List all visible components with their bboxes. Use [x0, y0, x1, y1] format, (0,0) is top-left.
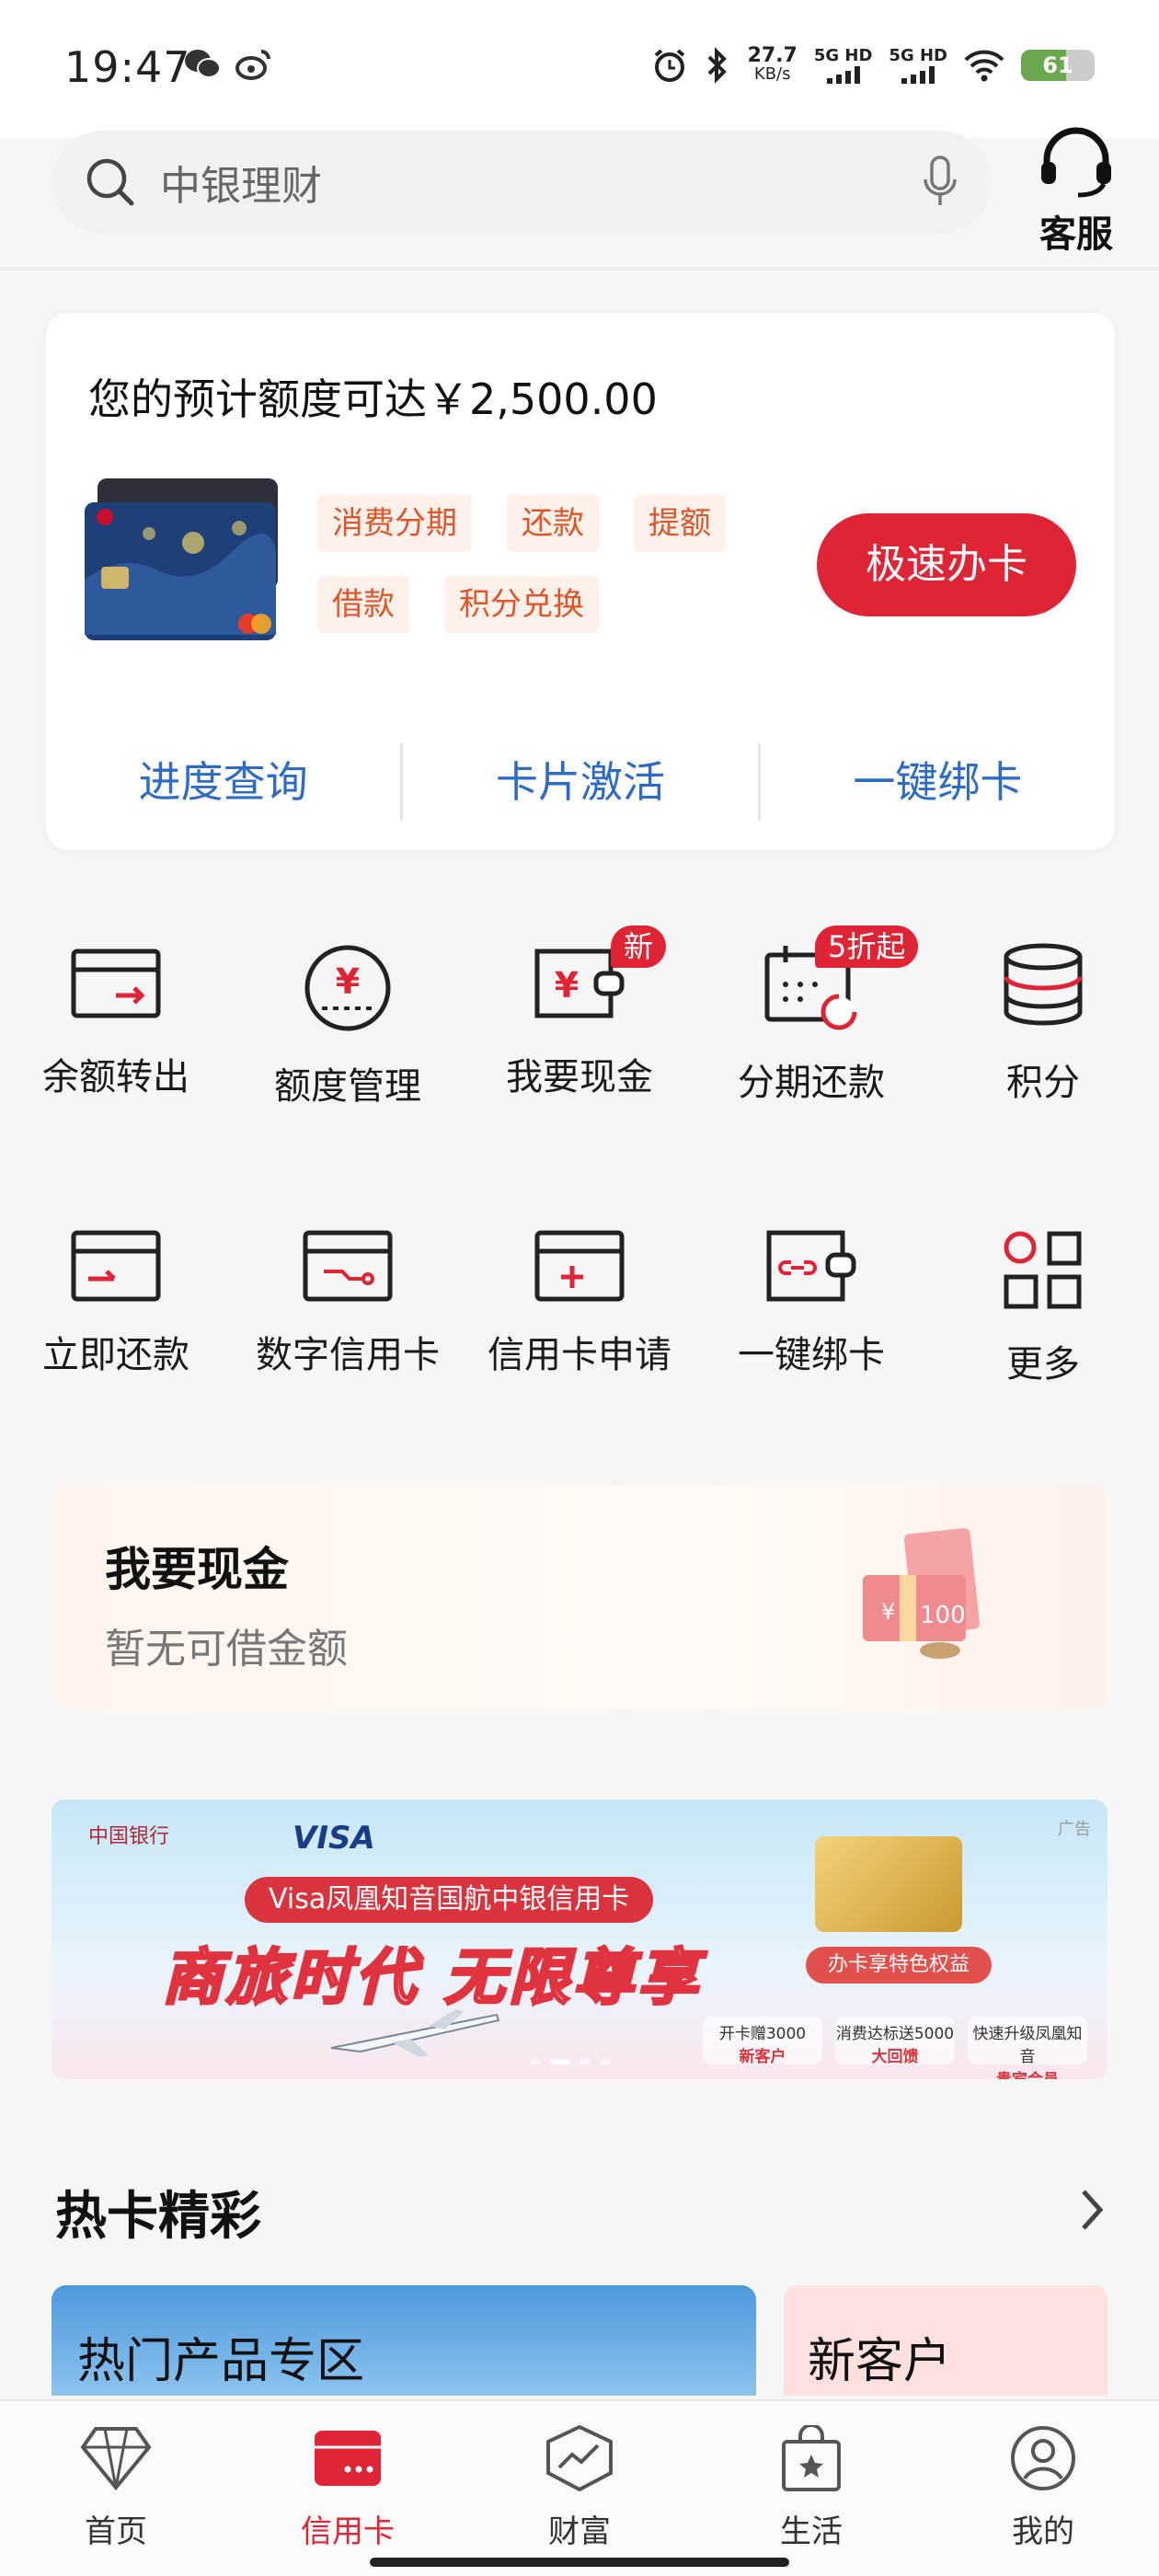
status-time: 19:47	[64, 42, 191, 92]
discount-badge: 5折起	[815, 926, 919, 968]
cash-title: 我要现金	[105, 1543, 289, 1596]
tag-borrow[interactable]: 借款	[317, 576, 409, 633]
limit-management-icon: ¥	[304, 945, 391, 1031]
tab-wealth[interactable]: 财富	[464, 2401, 695, 2576]
tag-points-exchange[interactable]: 积分兑换	[444, 576, 599, 633]
hot-products-card[interactable]: 热门产品专区	[52, 2285, 756, 2396]
home-diamond-icon	[80, 2427, 152, 2491]
promo-banner[interactable]: 中国银行 VISA 广告 Visa凤凰知音国航中银信用卡 商旅时代 无限尊享 办…	[52, 1800, 1107, 2079]
grid-installment[interactable]: 分期还款 5折起	[695, 926, 927, 1110]
wifi-icon	[964, 50, 1004, 81]
balance-transfer-icon	[71, 949, 161, 1018]
new-badge: 新	[611, 926, 667, 968]
headset-icon	[1041, 127, 1111, 198]
ad-label: 广告	[1058, 1820, 1091, 1839]
new-customer-card[interactable]: 新客户	[784, 2285, 1107, 2396]
bottom-tab-bar: 首页 信用卡 财富 生活 我的	[0, 2399, 1159, 2576]
credit-card-page: 19:47 27.7 KB/s 5G HD 5G HD 61 中银理财 客服 您的…	[0, 0, 1159, 2576]
banner-perk: 消费达标送5000 大回馈	[835, 2017, 955, 2066]
more-grid-icon	[1004, 1231, 1082, 1309]
search-input[interactable]: 中银理财	[160, 153, 922, 212]
banner-pager-dots	[530, 2059, 611, 2064]
money-bundle-icon: ¥ 100	[863, 1528, 980, 1659]
banner-perk: 快速升级凤凰知音贵宾会员	[968, 2017, 1087, 2079]
svg-text:¥: ¥	[555, 965, 579, 1006]
svg-text:¥: ¥	[336, 961, 360, 1002]
profile-icon	[1011, 2426, 1075, 2490]
cash-subtitle: 暂无可借金额	[105, 1626, 348, 1673]
grid-more[interactable]: 更多	[927, 1229, 1159, 1387]
grid-points[interactable]: 积分	[927, 942, 1159, 1110]
net-speed: 27.7 KB/s	[747, 43, 798, 84]
gold-card-image	[815, 1836, 962, 1932]
bind-card-icon	[766, 1230, 856, 1302]
progress-query-link[interactable]: 进度查询	[46, 736, 400, 828]
svg-text:100: 100	[920, 1602, 966, 1629]
grid-balance-transfer[interactable]: 余额转出	[0, 942, 232, 1110]
grid-bind-card[interactable]: 一键绑卡	[695, 1229, 927, 1387]
tab-mine[interactable]: 我的	[927, 2401, 1159, 2576]
credit-card-icon	[315, 2431, 381, 2486]
points-stack-icon	[1004, 943, 1083, 1026]
alarm-icon	[654, 48, 684, 82]
home-indicator[interactable]	[370, 2558, 789, 2567]
airplane-icon	[330, 2009, 500, 2057]
tag-repay[interactable]: 还款	[507, 495, 599, 552]
chevron-right-icon[interactable]	[1078, 2188, 1106, 2232]
digital-card-icon	[303, 1230, 393, 1302]
status-bar: 19:47 27.7 KB/s 5G HD 5G HD 61	[0, 0, 1159, 138]
bank-logo-text: 中国银行	[88, 1825, 170, 1848]
hot-cards-title: 热卡精彩	[55, 2187, 261, 2247]
wealth-chart-icon	[546, 2424, 613, 2492]
tab-credit-card[interactable]: 信用卡	[232, 2401, 464, 2576]
grid-limit-management[interactable]: ¥ 额度管理	[232, 942, 464, 1110]
card-apply-icon	[534, 1230, 625, 1302]
tag-raise-limit[interactable]: 提额	[634, 495, 726, 552]
search-icon	[86, 158, 134, 206]
header-divider	[0, 267, 1159, 270]
grid-cash[interactable]: ¥ 我要现金 新	[464, 926, 695, 1110]
grid-card-apply[interactable]: 信用卡申请	[464, 1229, 695, 1387]
hot-products-label: 热门产品专区	[77, 2334, 365, 2389]
life-bag-icon	[782, 2423, 841, 2491]
bluetooth-icon	[707, 46, 727, 84]
function-grid-row1: 余额转出 ¥ 额度管理 ¥ 我要现金 新 分期还款 5折起 积分	[0, 926, 1159, 1110]
grid-repay-now[interactable]: 立即还款	[0, 1229, 232, 1387]
one-click-bind-link[interactable]: 一键绑卡	[761, 736, 1115, 828]
weibo-notification-icon	[235, 50, 270, 80]
credit-limit-card: 您的预计额度可达￥2,500.00 消费分期 还款 提额 借款 积分兑换 极速办…	[46, 313, 1115, 850]
new-customer-label: 新客户	[808, 2334, 952, 2389]
banner-slogan: 商旅时代 无限尊享	[161, 1941, 702, 2015]
banner-benefit-tag: 办卡享特色权益	[806, 1947, 993, 1984]
tab-home[interactable]: 首页	[0, 2401, 232, 2576]
customer-service-label: 客服	[1039, 213, 1113, 256]
card-activation-link[interactable]: 卡片激活	[403, 736, 757, 828]
search-bar[interactable]: 中银理财	[52, 131, 992, 234]
microphone-icon[interactable]	[922, 155, 958, 209]
credit-card-image	[85, 478, 278, 640]
banner-perk: 开卡赠3000 新客户	[703, 2017, 822, 2066]
svg-text:¥: ¥	[881, 1599, 895, 1625]
function-grid-row2: 立即还款 数字信用卡 信用卡申请 一键绑卡 更多	[0, 1229, 1159, 1387]
visa-logo: VISA	[293, 1820, 375, 1857]
signal-sim2: 5G HD	[889, 46, 947, 84]
grid-digital-card[interactable]: 数字信用卡	[232, 1229, 464, 1387]
battery-indicator: 61	[1021, 49, 1095, 81]
customer-service-button[interactable]: 客服	[1026, 125, 1127, 258]
repay-card-icon	[71, 1230, 161, 1302]
signal-sim1: 5G HD	[814, 46, 872, 84]
banner-product-name: Visa凤凰知音国航中银信用卡	[245, 1877, 654, 1923]
quick-apply-button[interactable]: 极速办卡	[817, 513, 1076, 616]
wechat-notification-icon	[185, 50, 221, 78]
cash-loan-card[interactable]: 我要现金 暂无可借金额 ¥ 100	[52, 1485, 1107, 1709]
credit-limit-text: 您的预计额度可达￥2,500.00	[88, 374, 658, 424]
tab-life[interactable]: 生活	[695, 2401, 927, 2576]
tag-installment[interactable]: 消费分期	[317, 495, 472, 552]
